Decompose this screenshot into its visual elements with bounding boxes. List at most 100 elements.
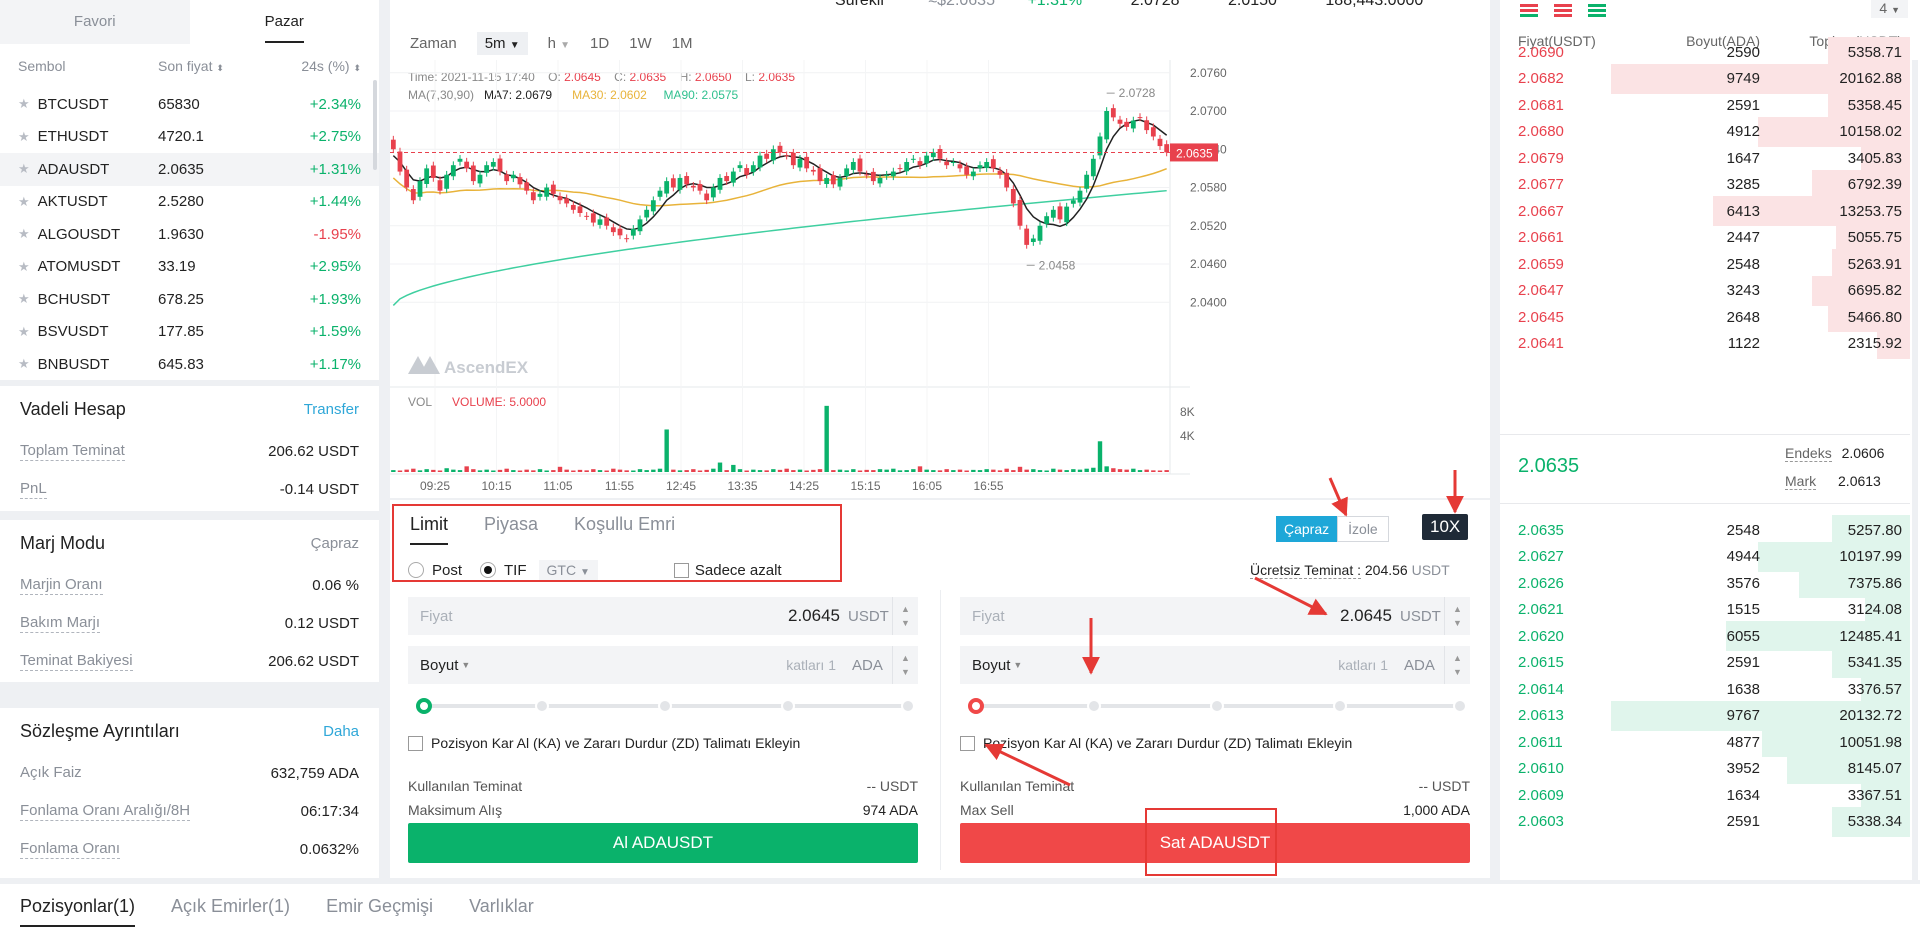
col-24h-change[interactable]: 24s (%) ⬍ bbox=[298, 58, 361, 74]
leverage-button[interactable]: 10X bbox=[1422, 514, 1469, 540]
star-icon[interactable]: ★ bbox=[18, 161, 30, 177]
margin-ratio-label[interactable]: Marjin Oranı bbox=[20, 576, 103, 595]
volume-bar bbox=[904, 470, 909, 472]
funding-rate-label[interactable]: Fonlama Oranı bbox=[20, 840, 121, 859]
star-icon[interactable]: ★ bbox=[18, 194, 30, 210]
depth-select[interactable]: 4 ▼ bbox=[1871, 0, 1908, 18]
price-chart[interactable]: 2.07602.07002.06402.05802.05202.04602.04… bbox=[390, 0, 1490, 498]
tab-market[interactable]: Pazar bbox=[190, 0, 380, 44]
slider-step[interactable] bbox=[535, 699, 549, 713]
funding-interval-label[interactable]: Fonlama Oranı Aralığı/8H bbox=[20, 802, 191, 821]
total-margin-label[interactable]: Toplam Teminat bbox=[20, 442, 125, 461]
market-row[interactable]: ★ BNBUSDT 645.83 +1.17% bbox=[0, 348, 379, 381]
candle-body bbox=[697, 184, 703, 191]
col-symbol[interactable]: Sembol bbox=[18, 58, 158, 74]
slider-step[interactable] bbox=[658, 699, 672, 713]
candle-body bbox=[1104, 111, 1110, 140]
market-row[interactable]: ★ ATOMUSDT 33.19 +2.95% bbox=[0, 251, 379, 284]
sell-price-stepper[interactable]: ▲ ▼ bbox=[1444, 597, 1470, 635]
star-icon[interactable]: ★ bbox=[18, 259, 30, 275]
pnl-label[interactable]: PnL bbox=[20, 480, 47, 499]
isolated-margin-button[interactable]: İzole bbox=[1337, 516, 1389, 542]
sell-size-slider[interactable] bbox=[968, 698, 1467, 714]
slider-step[interactable] bbox=[1087, 699, 1101, 713]
market-symbol-cell: ★ ALGOUSDT bbox=[18, 226, 158, 243]
volume-bar bbox=[1084, 468, 1089, 472]
market-list-scrollbar[interactable] bbox=[373, 80, 377, 170]
slider-step[interactable] bbox=[1210, 699, 1224, 713]
star-icon[interactable]: ★ bbox=[18, 129, 30, 145]
sell-size-label[interactable]: Boyut bbox=[972, 657, 1010, 674]
candle-body bbox=[610, 227, 616, 233]
margin-mode-value[interactable]: Çapraz bbox=[311, 535, 359, 552]
bid-row[interactable]: 2.0603 2591 5338.34 bbox=[1500, 806, 1910, 839]
candle-body bbox=[810, 169, 816, 172]
book-price: 2.0661 bbox=[1518, 229, 1564, 247]
margin-balance-label[interactable]: Teminat Bakiyesi bbox=[20, 652, 133, 671]
candle-body bbox=[597, 219, 603, 225]
slider-step[interactable] bbox=[901, 699, 915, 713]
min-price-label: 2.0458 bbox=[1039, 258, 1076, 272]
book-view-toggles bbox=[1520, 4, 1606, 18]
col-last-price[interactable]: Son fiyat ⬍ bbox=[158, 58, 298, 74]
buy-size-input[interactable]: Boyut ▼ katları 1 ADA ▲ ▼ bbox=[408, 646, 918, 684]
candle-body bbox=[904, 162, 910, 172]
buy-button[interactable]: Al ADAUSDT bbox=[408, 823, 918, 863]
buy-price-stepper[interactable]: ▲ ▼ bbox=[892, 597, 918, 635]
tab-assets[interactable]: Varlıklar bbox=[469, 896, 534, 927]
sell-tpsl-checkbox[interactable] bbox=[960, 735, 975, 751]
star-icon[interactable]: ★ bbox=[18, 96, 30, 112]
star-icon[interactable]: ★ bbox=[18, 226, 30, 242]
market-row[interactable]: ★ AKTUSDT 2.5280 +1.44% bbox=[0, 186, 379, 219]
sell-size-input[interactable]: Boyut ▼ katları 1 ADA ▲ ▼ bbox=[960, 646, 1470, 684]
candle-body bbox=[877, 177, 883, 184]
slider-step[interactable] bbox=[781, 699, 795, 713]
ask-row[interactable]: 2.0641 1122 2315.92 bbox=[1500, 328, 1910, 361]
star-icon[interactable]: ★ bbox=[18, 291, 30, 307]
book-total: 5341.35 bbox=[1847, 654, 1902, 672]
star-icon[interactable]: ★ bbox=[18, 324, 30, 340]
book-scrollbar[interactable] bbox=[1912, 60, 1918, 880]
candle-body bbox=[757, 155, 763, 168]
book-total: 20162.88 bbox=[1839, 70, 1902, 88]
sell-size-stepper[interactable]: ▲ ▼ bbox=[1444, 646, 1470, 684]
candle-body bbox=[637, 219, 643, 232]
order-panel: Limit Piyasa Koşullu Emri Post TIF GTC ▼… bbox=[390, 500, 1490, 878]
book-bids-icon[interactable] bbox=[1588, 4, 1606, 18]
index-label[interactable]: Endeks bbox=[1785, 445, 1832, 462]
buy-slider-knob[interactable] bbox=[416, 698, 432, 714]
market-row[interactable]: ★ BSVUSDT 177.85 +1.59% bbox=[0, 316, 379, 349]
pnl-value: -0.14 USDT bbox=[279, 480, 359, 498]
slider-step[interactable] bbox=[1333, 699, 1347, 713]
buy-size-slider[interactable] bbox=[416, 698, 915, 714]
slider-step[interactable] bbox=[1453, 699, 1467, 713]
market-row[interactable]: ★ ALGOUSDT 1.9630 -1.95% bbox=[0, 218, 379, 251]
tab-open-orders[interactable]: Açık Emirler(1) bbox=[171, 896, 290, 927]
market-row[interactable]: ★ BTCUSDT 65830 +2.34% bbox=[0, 88, 379, 121]
sell-slider-knob[interactable] bbox=[968, 698, 984, 714]
sell-price-input[interactable]: Fiyat 2.0645 USDT ▲ ▼ bbox=[960, 597, 1470, 635]
buy-price-input[interactable]: Fiyat 2.0645 USDT ▲ ▼ bbox=[408, 597, 918, 635]
market-row[interactable]: ★ ADAUSDT 2.0635 +1.31% bbox=[0, 153, 379, 186]
transfer-link[interactable]: Transfer bbox=[304, 401, 359, 418]
tab-order-history[interactable]: Emir Geçmişi bbox=[326, 896, 433, 927]
margin-balance-row: Teminat Bakiyesi 206.62 USDT bbox=[20, 642, 359, 680]
sell-price-value: 2.0645 bbox=[1340, 606, 1392, 625]
tab-favorites[interactable]: Favori bbox=[0, 0, 190, 44]
buy-tpsl-checkbox[interactable] bbox=[408, 735, 423, 751]
buy-size-stepper[interactable]: ▲ ▼ bbox=[892, 646, 918, 684]
candle-body bbox=[624, 238, 630, 240]
book-asks-icon[interactable] bbox=[1554, 4, 1572, 18]
tab-positions[interactable]: Pozisyonlar(1) bbox=[20, 896, 136, 927]
volume-bar bbox=[744, 470, 749, 472]
market-row[interactable]: ★ BCHUSDT 678.25 +1.93% bbox=[0, 283, 379, 316]
market-row[interactable]: ★ ETHUSDT 4720.1 +2.75% bbox=[0, 121, 379, 154]
cross-margin-button[interactable]: Çapraz bbox=[1276, 516, 1338, 542]
buy-size-label[interactable]: Boyut bbox=[420, 657, 458, 674]
x-tick-label: 09:25 bbox=[420, 479, 450, 493]
book-both-icon[interactable] bbox=[1520, 4, 1538, 18]
more-link[interactable]: Daha bbox=[323, 723, 359, 740]
mark-label[interactable]: Mark bbox=[1785, 473, 1817, 490]
star-icon[interactable]: ★ bbox=[18, 356, 30, 372]
maintenance-margin-label[interactable]: Bakım Marjı bbox=[20, 614, 101, 633]
